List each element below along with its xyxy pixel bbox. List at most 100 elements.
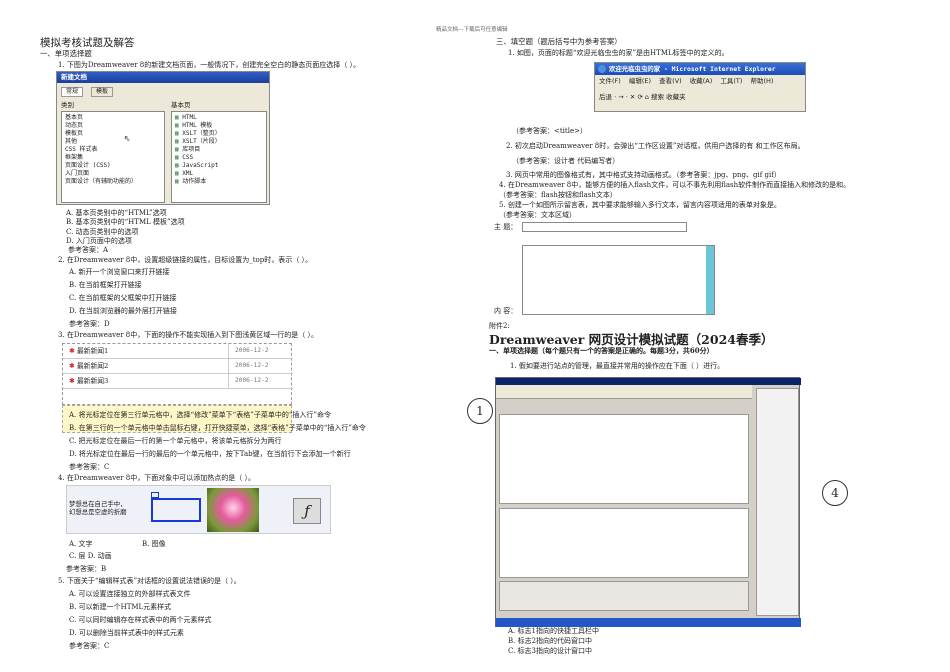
news-table: ✱ 最新新闻1 2006-12-2 ✱ 最新新闻2 2006-12-2 ✱ 最新… <box>62 343 293 405</box>
list-item[interactable]: 页面设计 (CSS) <box>62 162 164 170</box>
list-item[interactable]: ▦ 动作脚本 <box>172 178 266 186</box>
answer: （参考答案：文本区域） <box>499 211 576 219</box>
dw-taskbar <box>496 618 801 627</box>
menu-item[interactable]: 收藏(A) <box>690 77 713 85</box>
answer: 参考答案：C <box>69 642 110 650</box>
dw-titlebar <box>496 378 801 385</box>
option: C. 在当前框架的父框架中打开链接 <box>69 294 177 302</box>
list-item[interactable]: ▦ HTML <box>172 114 266 122</box>
news-title: ✱ 最新新闻1 <box>69 347 109 355</box>
question-4: 4. 在Dreamweaver 8中，下面对象中可以添加热点的是（ ）。 <box>58 474 255 482</box>
dialog-title: 新建文档 <box>57 72 269 83</box>
list-item[interactable]: 其他 <box>62 138 164 146</box>
fill-question-5: 5. 创建一个如图所示留言表，其中要求能够输入多行文本，留言内容项适用的表单对象… <box>499 201 781 209</box>
answer: （参考答案：<title>） <box>512 127 587 135</box>
question-5: 5. 下面关于“编辑样式表”对话框的设置说法错误的是（ ）。 <box>58 577 241 585</box>
dw-toolbar <box>496 385 752 399</box>
fill-question-1: 1. 如图，页面的标题“欢迎光临虫虫的家”是由HTML标签中的定义的。 <box>508 49 729 57</box>
subject-label: 主 题： <box>494 223 518 231</box>
right-question-1: 1. 假如要进行站点的管理，最直接并常用的操作应在下面（ ）进行。 <box>510 362 725 370</box>
ie-toolbar[interactable]: 后退 · → · ✕ ⟳ ⌂ 搜索 收藏夹 <box>599 93 686 101</box>
table-row: ✱ 最新新闻1 2006-12-2 <box>63 344 293 359</box>
tab-template[interactable]: 模板 <box>91 87 114 97</box>
news-date: 2006-12-2 <box>235 362 269 369</box>
cursor-icon: ⇖ <box>124 131 131 144</box>
section-heading: 一、单项选择题（每个题只有一个的答案是正确的。每题3分，共60分） <box>489 346 714 355</box>
dw-properties-panel <box>499 581 749 611</box>
option: D. 可以删除当前样式表中的样式元素 <box>69 629 184 637</box>
dreamweaver-screenshot <box>495 377 801 627</box>
layer-handle-icon <box>151 492 159 498</box>
fill-question-3: 3. 网页中常用的图像格式有，其中格式支持动画格式。（参考答案：jpg、png、… <box>506 171 781 179</box>
hotspot-objects-image: 梦想总在自己手中，幻想总是空虚的折磨 ƒ <box>66 485 331 534</box>
scrollbar[interactable] <box>706 246 714 314</box>
option: B. 可以新建一个HTML元素样式 <box>69 603 172 611</box>
question-1: 1. 下图为Dreamweaver 8的新建文档页面，一般情况下，创建完全空白的… <box>58 61 360 69</box>
fill-question-2: 2. 初次启动Dreamweaver 8时，会弹出“工作区设置”对话框，供用户选… <box>506 142 805 150</box>
dw-side-panels <box>756 388 799 616</box>
list-item[interactable]: 框架集 <box>62 154 164 162</box>
subject-input[interactable] <box>522 222 687 232</box>
news-title: ✱ 最新新闻2 <box>69 362 109 370</box>
ie-window: 欢迎光临虫虫的家 - Microsoft Internet Explorer 文… <box>594 62 806 112</box>
option: C. 把光标定位在最后一行的第一个单元格中，将该单元格拆分为两行 <box>69 437 282 445</box>
sample-text: 梦想总在自己手中，幻想总是空虚的折磨 <box>69 500 127 516</box>
question-2: 2. 在Dreamweaver 8中，设置超级链接的属性，目标设置为_top时，… <box>58 256 312 264</box>
answer: 参考答案：B <box>66 565 107 573</box>
menu-item[interactable]: 文件(F) <box>599 77 621 85</box>
content-label: 内 容： <box>494 307 518 315</box>
option: A. 标志1指向的快捷工具栏中 <box>508 627 599 635</box>
menu-item[interactable]: 编辑(E) <box>629 77 651 85</box>
option: B. 在第三行的一个单元格中单击鼠标右键，打开快捷菜单，选择“表格”子菜单中的“… <box>69 424 366 432</box>
flower-image <box>207 488 259 532</box>
menu-item[interactable]: 查看(V) <box>659 77 682 85</box>
flash-icon: ƒ <box>293 498 321 524</box>
list-item[interactable]: ▦ JavaScript <box>172 162 266 170</box>
answer: 参考答案：C <box>69 463 110 471</box>
answer: 参考答案：A <box>68 246 109 254</box>
table-row: ✱ 最新新闻2 2006-12-2 <box>63 359 293 374</box>
tab-general[interactable]: 常规 <box>61 87 84 97</box>
option: A. 可以设置连接独立的外部样式表文件 <box>69 590 191 598</box>
list-item[interactable]: 基本页 <box>62 114 164 122</box>
option: A. 将光标定位在第三行单元格中，选择“修改”菜单下“表格”子菜单中的“插入行”… <box>69 411 331 419</box>
list-item[interactable]: ▦ CSS <box>172 154 266 162</box>
option: A. 基本页类别中的“HTML”选项 <box>66 209 167 217</box>
list-item[interactable]: ▦ HTML 模板 <box>172 122 266 130</box>
option: B. 基本页类别中的“HTML 模板”选项 <box>66 218 185 226</box>
option: D. 入门页面中的选项 <box>66 237 132 245</box>
content-textarea[interactable] <box>522 245 715 315</box>
option: C. 动态页类别中的选项 <box>66 228 139 236</box>
list-item[interactable]: CSS 样式表 <box>62 146 164 154</box>
category-list[interactable]: 基本页 动态页 模板页 其他 CSS 样式表 框架集 页面设计 (CSS) 入门… <box>61 111 165 203</box>
basic-page-label: 基本页 <box>171 101 191 109</box>
list-item[interactable]: ▦ XML <box>172 170 266 178</box>
list-item[interactable]: 页面设计（有辅助功能的） <box>62 178 164 186</box>
menu-item[interactable]: 工具(T) <box>720 77 742 85</box>
list-item[interactable]: ▦ XSLT（整页） <box>172 130 266 138</box>
section-heading: 三、填空题（题后括号中为参考答案） <box>496 37 622 46</box>
option: D. 在当前浏览器的最外层打开链接 <box>69 307 177 315</box>
option: B. 图像 <box>142 540 166 548</box>
list-item[interactable]: 动态页 <box>62 122 164 130</box>
list-item[interactable]: ▦ XSLT（片段） <box>172 138 266 146</box>
marker-1: 1 <box>467 398 493 424</box>
category-label: 类别 <box>61 101 74 109</box>
list-item[interactable]: 入门页面 <box>62 170 164 178</box>
menu-item[interactable]: 帮助(H) <box>751 77 774 85</box>
option: C. 可以同时编辑存在样式表中的两个元素样式 <box>69 616 212 624</box>
ie-menubar: 文件(F) 编辑(E) 查看(V) 收藏(A) 工具(T) 帮助(H) <box>599 77 773 85</box>
list-item[interactable]: 模板页 <box>62 130 164 138</box>
ie-logo-icon <box>598 65 606 73</box>
option: C. 层 D. 动画 <box>69 552 112 560</box>
table-row: ✱ 最新新闻3 2006-12-2 <box>63 374 293 389</box>
marker-4: 4 <box>822 480 848 506</box>
ie-title: 欢迎光临虫虫的家 - Microsoft Internet Explorer <box>595 63 805 75</box>
new-document-dialog: 新建文档 常规 模板 类别 基本页 基本页 动态页 模板页 其他 CSS 样式表… <box>56 71 270 205</box>
dw-code-window <box>499 414 749 504</box>
answer: （参考答案：设计者 代码编写者） <box>512 157 620 165</box>
basic-page-list[interactable]: ▦ HTML ▦ HTML 模板 ▦ XSLT（整页） ▦ XSLT（片段） ▦… <box>171 111 267 203</box>
option: D. 将光标定位在最后一行的最后的一个单元格中，按下Tab键，在当前行下会添加一… <box>69 450 351 458</box>
news-date: 2006-12-2 <box>235 347 269 354</box>
list-item[interactable]: ▦ 库项目 <box>172 146 266 154</box>
